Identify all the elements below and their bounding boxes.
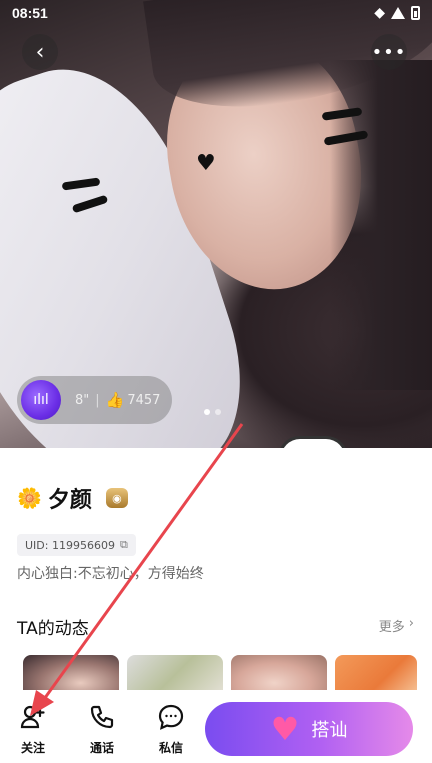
- more-dots-icon: •••: [371, 41, 407, 63]
- chat-bubble-icon: [157, 703, 185, 733]
- thumbs-up-icon[interactable]: 👍: [106, 391, 125, 409]
- status-bar: 08:51 ◆: [0, 0, 432, 26]
- moment-thumbnail[interactable]: [231, 655, 327, 695]
- carousel-dot: [215, 409, 221, 415]
- level-badge-icon: ◉: [105, 488, 128, 508]
- phone-icon: [88, 703, 116, 733]
- carousel-dot-active: [204, 409, 210, 415]
- moment-thumbnail[interactable]: [23, 655, 119, 695]
- wifi-icon: ◆: [374, 5, 385, 21]
- voice-duration: 8": [75, 392, 90, 408]
- like-count: 7457: [127, 392, 161, 408]
- greet-label: 搭讪: [311, 720, 348, 741]
- flower-icon: 🌼: [17, 486, 42, 510]
- chevron-left-icon: ‹: [35, 39, 45, 65]
- heart-icon: ♥: [270, 710, 300, 748]
- name-row: 🌼 夕颜 ◉: [17, 482, 128, 514]
- status-icons: ◆: [374, 5, 420, 21]
- voice-separator: |: [95, 392, 100, 408]
- more-label: 更多: [378, 620, 405, 635]
- moments-title: TA的动态: [17, 619, 89, 639]
- call-button[interactable]: 通话: [79, 703, 125, 756]
- moment-thumbnail[interactable]: [335, 655, 417, 695]
- moments-more-link[interactable]: 更多 ›: [379, 616, 414, 635]
- battery-icon: [411, 6, 420, 20]
- add-user-icon: [19, 703, 47, 733]
- copy-icon[interactable]: ⧉: [120, 538, 128, 552]
- follow-label: 关注: [20, 741, 45, 755]
- moments-thumbnails: [23, 655, 417, 695]
- bio-label: 内心独白:: [17, 566, 78, 582]
- bio-text: 不忘初心，方得始终: [77, 566, 204, 582]
- voice-intro-chip[interactable]: ılıl 8" | 👍 7457: [17, 376, 172, 424]
- heart-sticker-icon: ♥: [196, 151, 216, 176]
- chevron-right-icon: ›: [408, 616, 414, 631]
- message-button[interactable]: 私信: [148, 703, 194, 756]
- message-label: 私信: [158, 741, 183, 755]
- uid-tag[interactable]: UID: 119956609 ⧉: [17, 534, 136, 556]
- status-time: 08:51: [12, 5, 48, 21]
- back-button[interactable]: ‹: [22, 34, 58, 70]
- follow-button[interactable]: 关注: [10, 703, 56, 756]
- signal-icon: [391, 7, 405, 19]
- greet-button[interactable]: ♥ 搭讪: [205, 702, 413, 756]
- voice-wave-icon[interactable]: ılıl: [21, 380, 61, 420]
- more-options-button[interactable]: •••: [371, 34, 407, 70]
- bio: 内心独白: 不忘初心，方得始终: [17, 563, 204, 583]
- moment-thumbnail[interactable]: [127, 655, 223, 695]
- call-label: 通话: [89, 741, 114, 755]
- uid-text: UID: 119956609: [25, 538, 115, 552]
- profile-name: 夕颜: [47, 488, 92, 513]
- carousel-indicator: [204, 409, 221, 415]
